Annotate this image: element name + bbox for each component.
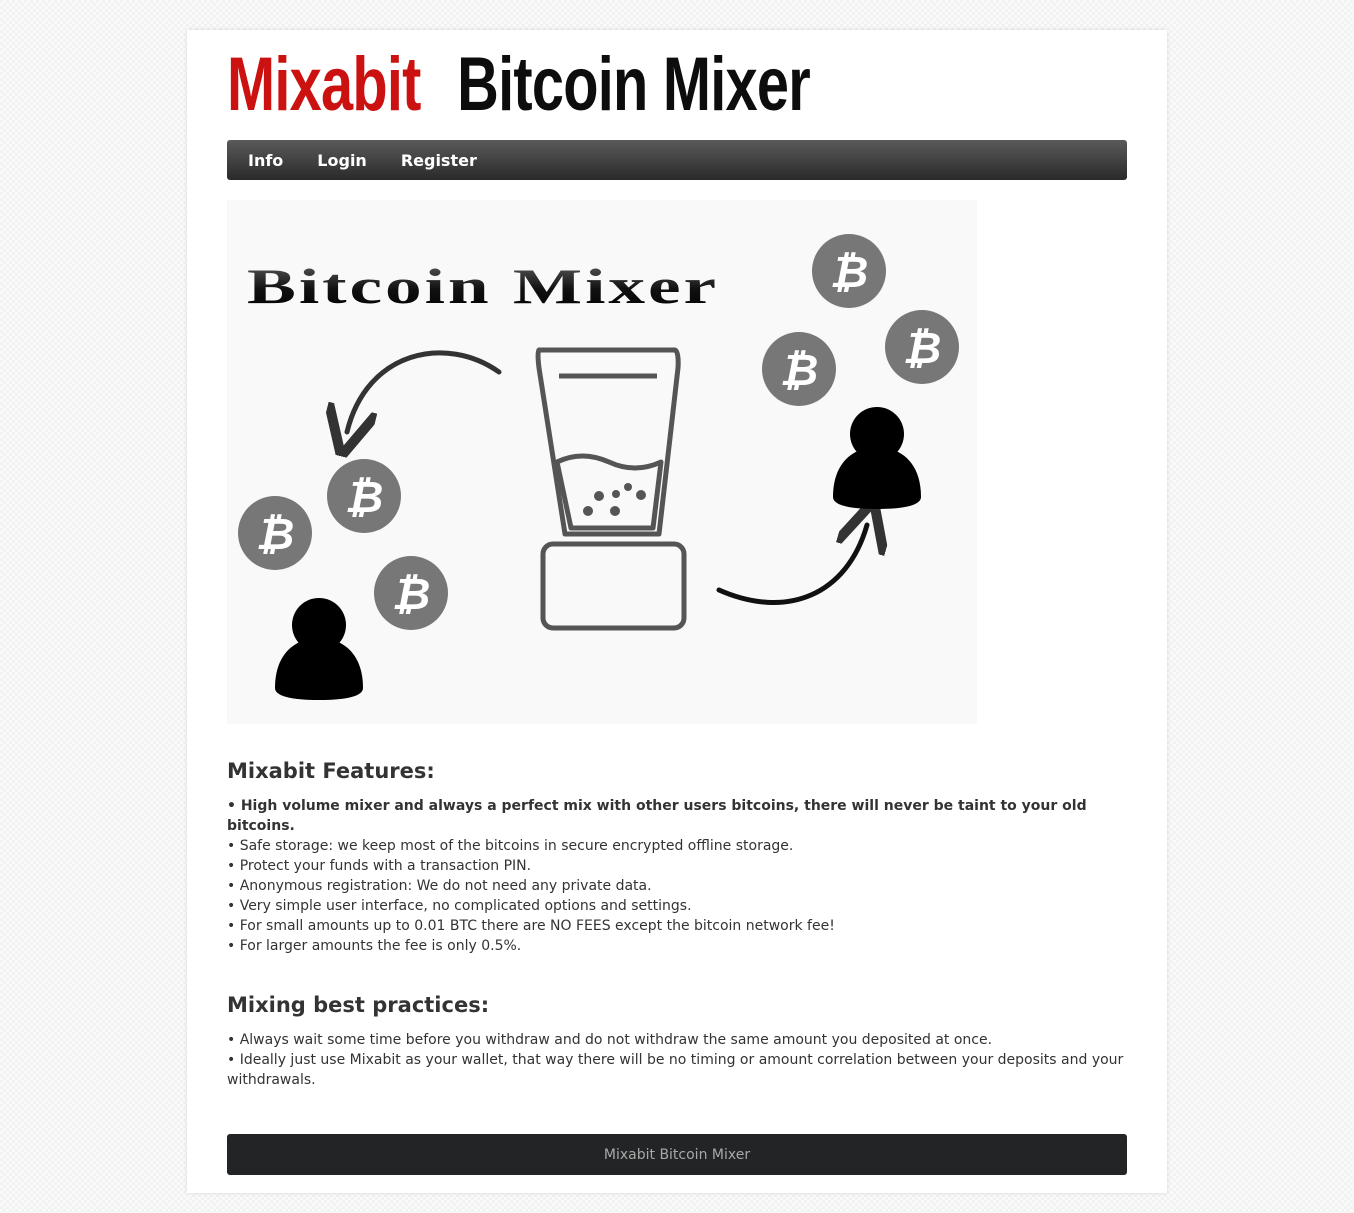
logo-subtitle: Bitcoin Mixer bbox=[457, 42, 811, 127]
bitcoin-coin-icon: ₿ bbox=[327, 459, 401, 533]
feature-item: • Safe storage: we keep most of the bitc… bbox=[227, 838, 794, 854]
nav-item-login[interactable]: Login bbox=[317, 151, 367, 170]
hero-title: Bitcoin Mixer bbox=[247, 258, 719, 314]
bitcoin-coin-icon: ₿ bbox=[374, 556, 448, 630]
arrow-out-icon bbox=[716, 525, 867, 605]
main-content: Mixabit Features: • High volume mixer an… bbox=[227, 758, 1127, 1090]
page-container: Mixabit Bitcoin Mixer Info Login Registe… bbox=[187, 30, 1167, 1193]
feature-item: • Very simple user interface, no complic… bbox=[227, 898, 692, 914]
practices-list: • Always wait some time before you withd… bbox=[227, 1030, 1127, 1090]
user-icon bbox=[275, 598, 363, 700]
features-heading: Mixabit Features: bbox=[227, 759, 435, 783]
user-icon bbox=[833, 407, 921, 509]
bitcoin-coin-icon: ₿ bbox=[238, 496, 312, 570]
bitcoin-coin-icon: ₿ bbox=[812, 234, 886, 308]
footer: Mixabit Bitcoin Mixer bbox=[227, 1134, 1127, 1175]
main-nav: Info Login Register bbox=[227, 140, 1127, 180]
bubble-dots bbox=[583, 483, 646, 516]
feature-item: • Anonymous registration: We do not need… bbox=[227, 878, 652, 894]
footer-text: Mixabit Bitcoin Mixer bbox=[603, 1146, 751, 1163]
bitcoin-coin-icon: ₿ bbox=[762, 332, 836, 406]
coin-group-right: ₿ ₿ ₿ bbox=[762, 234, 959, 406]
practice-item: • Ideally just use Mixabit as your walle… bbox=[227, 1052, 1124, 1088]
svg-text:₿: ₿ bbox=[780, 345, 819, 396]
blender-icon bbox=[535, 347, 687, 631]
svg-text:₿: ₿ bbox=[392, 569, 431, 620]
nav-item-info[interactable]: Info bbox=[248, 151, 283, 170]
site-logo[interactable]: Mixabit Bitcoin Mixer bbox=[227, 42, 811, 127]
feature-item: • For larger amounts the fee is only 0.5… bbox=[227, 938, 522, 954]
nav-item-register[interactable]: Register bbox=[401, 151, 477, 170]
feature-item: • High volume mixer and always a perfect… bbox=[227, 798, 1087, 834]
logo-brand: Mixabit bbox=[227, 42, 421, 127]
feature-item: • For small amounts up to 0.01 BTC there… bbox=[227, 918, 835, 934]
svg-text:₿: ₿ bbox=[830, 247, 869, 298]
features-list: • High volume mixer and always a perfect… bbox=[227, 796, 1127, 956]
hero-illustration: Bitcoin Mixer ₿ ₿ ₿ ₿ ₿ ₿ bbox=[238, 234, 959, 700]
svg-text:₿: ₿ bbox=[903, 323, 942, 374]
feature-item: • Protect your funds with a transaction … bbox=[227, 858, 532, 874]
arrow-in-icon bbox=[347, 350, 502, 432]
coin-group-left: ₿ ₿ ₿ bbox=[238, 459, 448, 630]
bitcoin-coin-icon: ₿ bbox=[885, 310, 959, 384]
svg-text:₿: ₿ bbox=[345, 472, 384, 523]
practice-item: • Always wait some time before you withd… bbox=[227, 1032, 993, 1048]
practices-heading: Mixing best practices: bbox=[227, 993, 490, 1017]
svg-text:₿: ₿ bbox=[256, 509, 295, 560]
hero-image: Bitcoin Mixer ₿ ₿ ₿ ₿ ₿ ₿ bbox=[227, 200, 977, 724]
